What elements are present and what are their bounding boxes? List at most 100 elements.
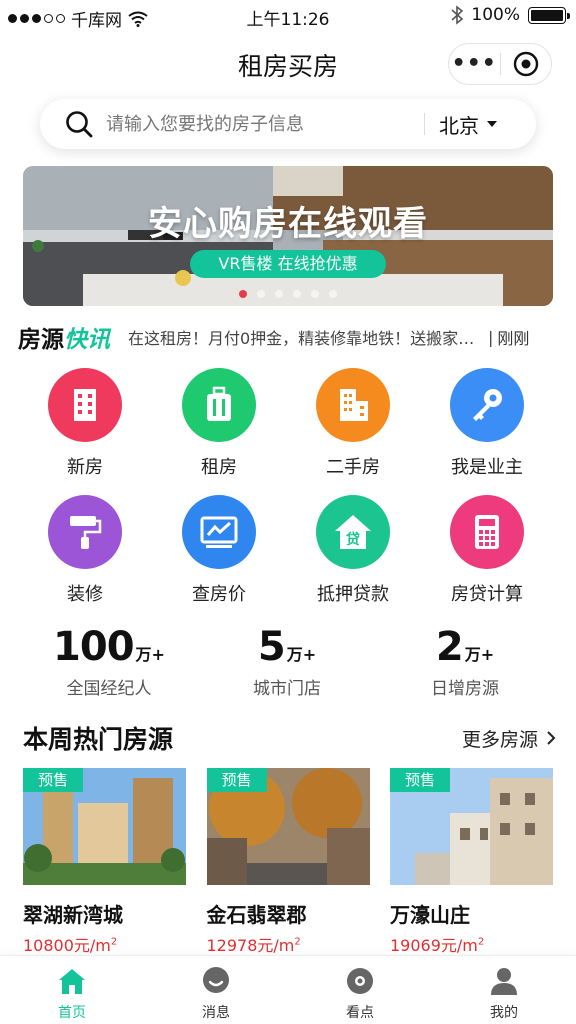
presale-badge: 预售	[206, 768, 267, 792]
tab-home[interactable]: 首页	[0, 956, 144, 1024]
news-time: 刚刚	[497, 329, 530, 348]
stats-row: 100 万+ 全国经纪人 5 万+ 城市门店 2 万+ 日增房源	[20, 624, 556, 699]
category-second-hand[interactable]: 二手房	[286, 368, 420, 479]
stat-value: 100	[53, 624, 134, 670]
category-mortgage[interactable]: 贷 抵押贷款	[286, 495, 420, 606]
user-icon	[491, 968, 517, 995]
carousel-dot[interactable]	[311, 290, 319, 298]
listing-card[interactable]: 预售 金石翡翠郡 12978元/m2	[206, 768, 370, 956]
bluetooth-icon	[451, 5, 464, 25]
tab-label: 消息	[202, 1005, 230, 1021]
search-input[interactable]	[106, 113, 424, 135]
stat-value: 2	[435, 624, 464, 670]
key-icon	[473, 389, 502, 421]
promo-banner[interactable]: 安心购房在线观看 VR售楼 在线抢优惠	[23, 166, 553, 306]
tab-label: 我的	[490, 1005, 518, 1021]
battery-level	[531, 9, 563, 21]
apartment-icon	[340, 389, 368, 421]
tab-label: 看点	[346, 1005, 374, 1021]
tab-bar: 首页 消息 看点 我的	[0, 955, 576, 1024]
search-divider	[424, 113, 425, 135]
message-icon	[203, 967, 229, 993]
category-icon-bg	[450, 368, 524, 442]
stat-new-listings: 2 万+ 日增房源	[376, 624, 554, 699]
category-new-house[interactable]: 新房	[18, 368, 152, 479]
paint-roller-icon	[70, 516, 102, 549]
banner-headline: 安心购房在线观看	[148, 204, 428, 244]
banner-tag[interactable]: VR售楼 在线抢优惠	[190, 250, 386, 278]
suitcase-icon	[207, 386, 231, 421]
news-separator: |	[488, 327, 494, 347]
close-button[interactable]	[500, 51, 551, 77]
carousel-dot[interactable]	[329, 290, 337, 298]
eye-icon	[347, 968, 373, 994]
category-icon-bg: 贷	[316, 495, 390, 569]
building-icon	[74, 389, 96, 421]
tab-profile[interactable]: 我的	[432, 956, 576, 1024]
carousel-dot[interactable]	[239, 290, 247, 298]
category-decoration[interactable]: 装修	[18, 495, 152, 606]
stat-agents: 100 万+ 全国经纪人	[20, 624, 198, 699]
category-label: 新房	[67, 457, 103, 478]
search-icon[interactable]	[64, 109, 94, 139]
tab-messages[interactable]: 消息	[144, 956, 288, 1024]
category-price-check[interactable]: 查房价	[152, 495, 286, 606]
city-select[interactable]: 北京	[439, 110, 497, 139]
category-label: 租房	[201, 457, 237, 478]
listing-card[interactable]: 预售 万濠山庄 19069元/m2	[390, 768, 553, 956]
listing-photo: 预售	[206, 768, 370, 885]
battery-icon	[528, 6, 570, 24]
more-listings-label: 更多房源	[461, 728, 538, 751]
listing-price: 19069元/m2	[390, 936, 485, 955]
listing-name: 金石翡翠郡	[206, 903, 307, 927]
category-label: 房贷计算	[451, 584, 523, 605]
carousel-dot[interactable]	[275, 290, 283, 298]
news-headline[interactable]: 在这租房！月付0押金，精装修靠地铁！送搬家服务	[128, 325, 478, 349]
stat-unit: 万+	[286, 645, 317, 664]
category-icon-bg	[316, 368, 390, 442]
svg-text:贷: 贷	[346, 531, 360, 548]
tab-label: 首页	[58, 1005, 86, 1021]
section-title: 本周热门房源	[23, 725, 174, 754]
category-icon-bg	[182, 368, 256, 442]
category-label: 查房价	[192, 584, 246, 605]
category-owner[interactable]: 我是业主	[420, 368, 554, 479]
carousel-dots	[23, 290, 553, 298]
category-rent[interactable]: 租房	[152, 368, 286, 479]
calculator-icon	[475, 515, 499, 549]
loan-house-icon: 贷	[335, 515, 371, 549]
tab-highlights[interactable]: 看点	[288, 956, 432, 1024]
stat-label: 城市门店	[253, 679, 321, 699]
target-icon	[513, 51, 538, 77]
listing-price: 10800元/m2	[23, 936, 118, 955]
news-ticker[interactable]: 房源快讯 在这租房！月付0押金，精装修靠地铁！送搬家服务 | 刚刚	[18, 320, 558, 354]
presale-badge: 预售	[390, 768, 450, 792]
presale-badge: 预售	[23, 768, 83, 792]
listing-photo: 预售	[390, 768, 553, 885]
more-button[interactable]: •••	[449, 45, 500, 83]
city-label: 北京	[439, 113, 479, 138]
status-bar: 千库网 上午11:26 100%	[0, 0, 576, 34]
more-listings-link[interactable]: 更多房源	[462, 725, 556, 752]
listing-price: 12978元/m2	[206, 936, 301, 955]
carousel-dot[interactable]	[257, 290, 265, 298]
price-chart-icon	[200, 516, 238, 548]
carousel-dot[interactable]	[293, 290, 301, 298]
search-bar: 北京	[40, 99, 536, 149]
listing-card[interactable]: 预售 翠湖新湾城 10800元/m2	[23, 768, 186, 956]
news-brand: 房源快讯	[18, 327, 110, 353]
stat-unit: 万+	[464, 645, 495, 664]
battery-percent: 100%	[471, 5, 520, 25]
mini-program-capsule: •••	[448, 43, 552, 85]
category-grid: 新房 租房 二手房 我是业主 装修 查房价 贷 抵押贷款 房贷计算	[18, 368, 558, 606]
home-icon	[59, 969, 85, 994]
stat-label: 日增房源	[431, 679, 499, 699]
listing-row: 预售 翠湖新湾城 10800元/m2 预售 金石翡翠郡 12978元/m2 预售…	[23, 768, 553, 956]
category-icon-bg	[450, 495, 524, 569]
stat-stores: 5 万+ 城市门店	[198, 624, 376, 699]
category-loan-calculator[interactable]: 房贷计算	[420, 495, 554, 606]
listing-name: 万濠山庄	[390, 903, 470, 927]
stat-value: 5	[257, 624, 286, 670]
hot-section-header: 本周热门房源 更多房源	[23, 720, 556, 756]
stat-unit: 万+	[135, 645, 165, 664]
